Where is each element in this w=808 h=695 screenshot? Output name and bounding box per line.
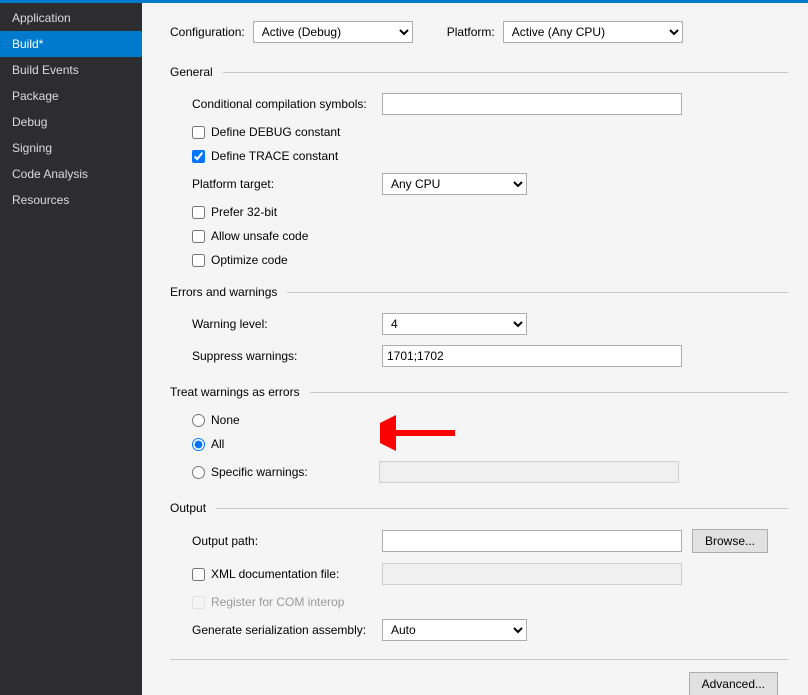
define-debug-label: Define DEBUG constant [211, 125, 340, 139]
section-errors: Errors and warnings Warning level: 4 Sup… [170, 285, 788, 367]
serialization-select[interactable]: Auto [382, 619, 527, 641]
sidebar-item-build-events[interactable]: Build Events [0, 57, 142, 83]
platform-target-select[interactable]: Any CPU [382, 173, 527, 195]
allow-unsafe-checkbox[interactable] [192, 230, 205, 243]
warning-level-label: Warning level: [192, 317, 382, 331]
sidebar-item-signing[interactable]: Signing [0, 135, 142, 161]
treat-none-radio[interactable] [192, 414, 205, 427]
define-debug-checkbox[interactable] [192, 126, 205, 139]
treat-none-label: None [211, 413, 240, 427]
section-rule [216, 508, 788, 509]
xml-doc-checkbox[interactable] [192, 568, 205, 581]
section-output-title: Output [170, 501, 206, 515]
sidebar-item-application[interactable]: Application [0, 5, 142, 31]
conditional-symbols-input[interactable] [382, 93, 682, 115]
main-panel: Configuration: Active (Debug) Platform: … [142, 3, 808, 695]
warning-level-select[interactable]: 4 [382, 313, 527, 335]
sidebar-item-build[interactable]: Build* [0, 31, 142, 57]
allow-unsafe-label: Allow unsafe code [211, 229, 308, 243]
section-treat-warnings: Treat warnings as errors None All Specif… [170, 385, 788, 483]
prefer-32bit-checkbox[interactable] [192, 206, 205, 219]
config-row: Configuration: Active (Debug) Platform: … [170, 21, 788, 43]
section-rule [223, 72, 788, 73]
define-trace-label: Define TRACE constant [211, 149, 338, 163]
output-path-label: Output path: [192, 534, 382, 548]
treat-all-label: All [211, 437, 224, 451]
treat-specific-input [379, 461, 679, 483]
section-errors-title: Errors and warnings [170, 285, 277, 299]
conditional-symbols-label: Conditional compilation symbols: [192, 97, 382, 111]
com-interop-label: Register for COM interop [211, 595, 344, 609]
xml-doc-input [382, 563, 682, 585]
serialization-label: Generate serialization assembly: [192, 623, 382, 637]
treat-specific-label: Specific warnings: [211, 465, 373, 479]
advanced-button[interactable]: Advanced... [689, 672, 778, 695]
sidebar-item-package[interactable]: Package [0, 83, 142, 109]
suppress-warnings-label: Suppress warnings: [192, 349, 382, 363]
sidebar: Application Build* Build Events Package … [0, 3, 142, 695]
browse-button[interactable]: Browse... [692, 529, 768, 553]
section-general-title: General [170, 65, 213, 79]
sidebar-item-resources[interactable]: Resources [0, 187, 142, 213]
section-general: General Conditional compilation symbols:… [170, 65, 788, 267]
suppress-warnings-input[interactable] [382, 345, 682, 367]
treat-all-radio[interactable] [192, 438, 205, 451]
footer-rule [170, 659, 788, 660]
sidebar-item-debug[interactable]: Debug [0, 109, 142, 135]
section-rule [310, 392, 788, 393]
xml-doc-label: XML documentation file: [211, 567, 339, 581]
section-treat-title: Treat warnings as errors [170, 385, 300, 399]
platform-target-label: Platform target: [192, 177, 382, 191]
configuration-label: Configuration: [170, 25, 245, 39]
optimize-code-label: Optimize code [211, 253, 288, 267]
prefer-32bit-label: Prefer 32-bit [211, 205, 277, 219]
define-trace-checkbox[interactable] [192, 150, 205, 163]
sidebar-item-code-analysis[interactable]: Code Analysis [0, 161, 142, 187]
section-rule [287, 292, 788, 293]
treat-specific-radio[interactable] [192, 466, 205, 479]
platform-label: Platform: [447, 25, 495, 39]
optimize-code-checkbox[interactable] [192, 254, 205, 267]
platform-select[interactable]: Active (Any CPU) [503, 21, 683, 43]
section-output: Output Output path: Browse... XML docume… [170, 501, 788, 641]
com-interop-checkbox [192, 596, 205, 609]
configuration-select[interactable]: Active (Debug) [253, 21, 413, 43]
output-path-input[interactable] [382, 530, 682, 552]
